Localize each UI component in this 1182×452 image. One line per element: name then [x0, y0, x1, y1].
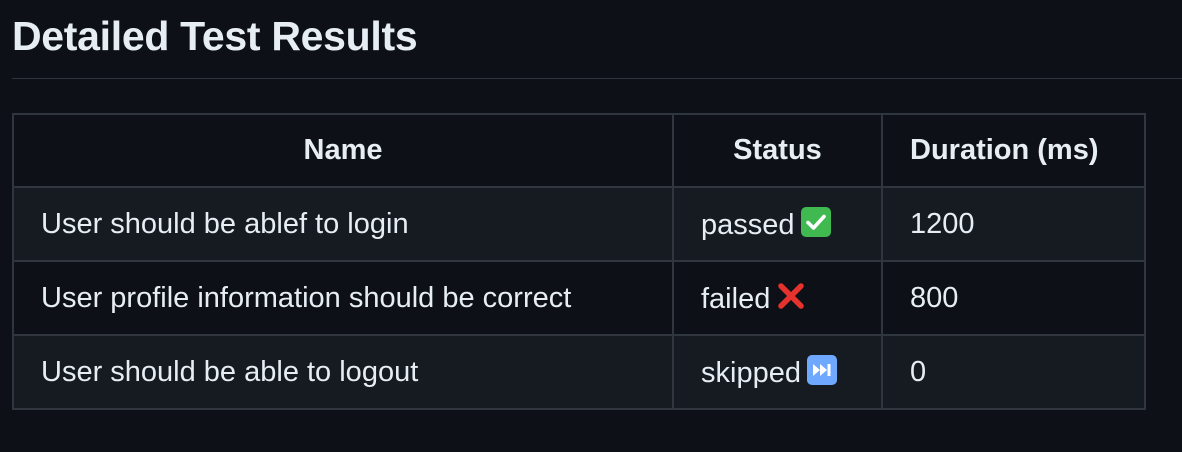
- table-row: User should be ablef to login passed 120…: [12, 186, 1146, 262]
- table-row: User profile information should be corre…: [12, 260, 1146, 336]
- column-header-duration[interactable]: Duration (ms): [881, 113, 1146, 188]
- page-title: Detailed Test Results: [12, 13, 418, 59]
- table-header-row: Name Status Duration (ms): [12, 113, 1146, 188]
- test-duration-cell: 0: [881, 334, 1146, 410]
- column-header-name[interactable]: Name: [12, 113, 674, 188]
- test-status-cell: passed: [672, 186, 883, 262]
- test-status-cell: failed: [672, 260, 883, 336]
- test-status-cell: skipped: [672, 334, 883, 410]
- test-name-cell: User should be able to logout: [12, 334, 674, 410]
- section-heading: Detailed Test Results: [12, 8, 1182, 79]
- table-row: User should be able to logout skipped 0: [12, 334, 1146, 410]
- test-name-cell: User should be ablef to login: [12, 186, 674, 262]
- status-text: passed: [701, 208, 795, 241]
- test-name-cell: User profile information should be corre…: [12, 260, 674, 336]
- column-header-status[interactable]: Status: [672, 113, 883, 188]
- fast-forward-icon: [806, 354, 837, 385]
- test-duration-cell: 1200: [881, 186, 1146, 262]
- check-mark-icon: [800, 206, 831, 237]
- status-text: skipped: [701, 356, 801, 389]
- test-results-table: Name Status Duration (ms) User should be…: [12, 113, 1146, 410]
- status-text: failed: [701, 282, 771, 315]
- cross-mark-icon: [776, 281, 806, 311]
- test-duration-cell: 800: [881, 260, 1146, 336]
